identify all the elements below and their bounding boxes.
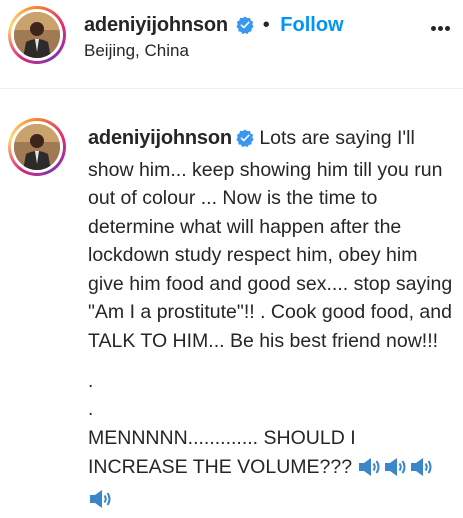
comment-verified-badge-icon (236, 127, 254, 156)
post-header: adeniyijohnson • Follow Beijing, China (0, 0, 463, 88)
comment-avatar[interactable] (8, 118, 66, 176)
comment-text: Lots are saying I'll show him... keep sh… (88, 127, 453, 352)
location-link[interactable]: Beijing, China (84, 41, 189, 61)
follow-button[interactable]: Follow (280, 14, 343, 36)
comment-dot-2: . (88, 399, 94, 420)
avatar[interactable] (8, 6, 66, 64)
verified-badge-icon (236, 16, 254, 39)
speaker-high-volume-icon (89, 489, 114, 518)
avatar-photo (14, 12, 60, 58)
comment-dot-1: . (88, 371, 94, 392)
more-options-icon[interactable] (431, 26, 451, 32)
speaker-high-volume-icon (410, 457, 435, 486)
comment-username[interactable]: adeniyijohnson (88, 127, 232, 149)
header-divider (0, 88, 463, 89)
header-user-line: adeniyijohnson • Follow (84, 14, 344, 39)
header-username[interactable]: adeniyijohnson (84, 14, 228, 36)
speaker-high-volume-icon (384, 457, 409, 486)
separator-dot: • (262, 14, 270, 36)
speaker-high-volume-icon (358, 457, 383, 486)
comment-final-text: MENNNNN............. SHOULD I INCREASE T… (88, 427, 356, 478)
comment-final-line: MENNNNN............. SHOULD I INCREASE T… (88, 424, 458, 518)
comment-avatar-photo (14, 124, 60, 170)
comment-body: adeniyijohnson Lots are saying I'll show… (88, 124, 456, 355)
